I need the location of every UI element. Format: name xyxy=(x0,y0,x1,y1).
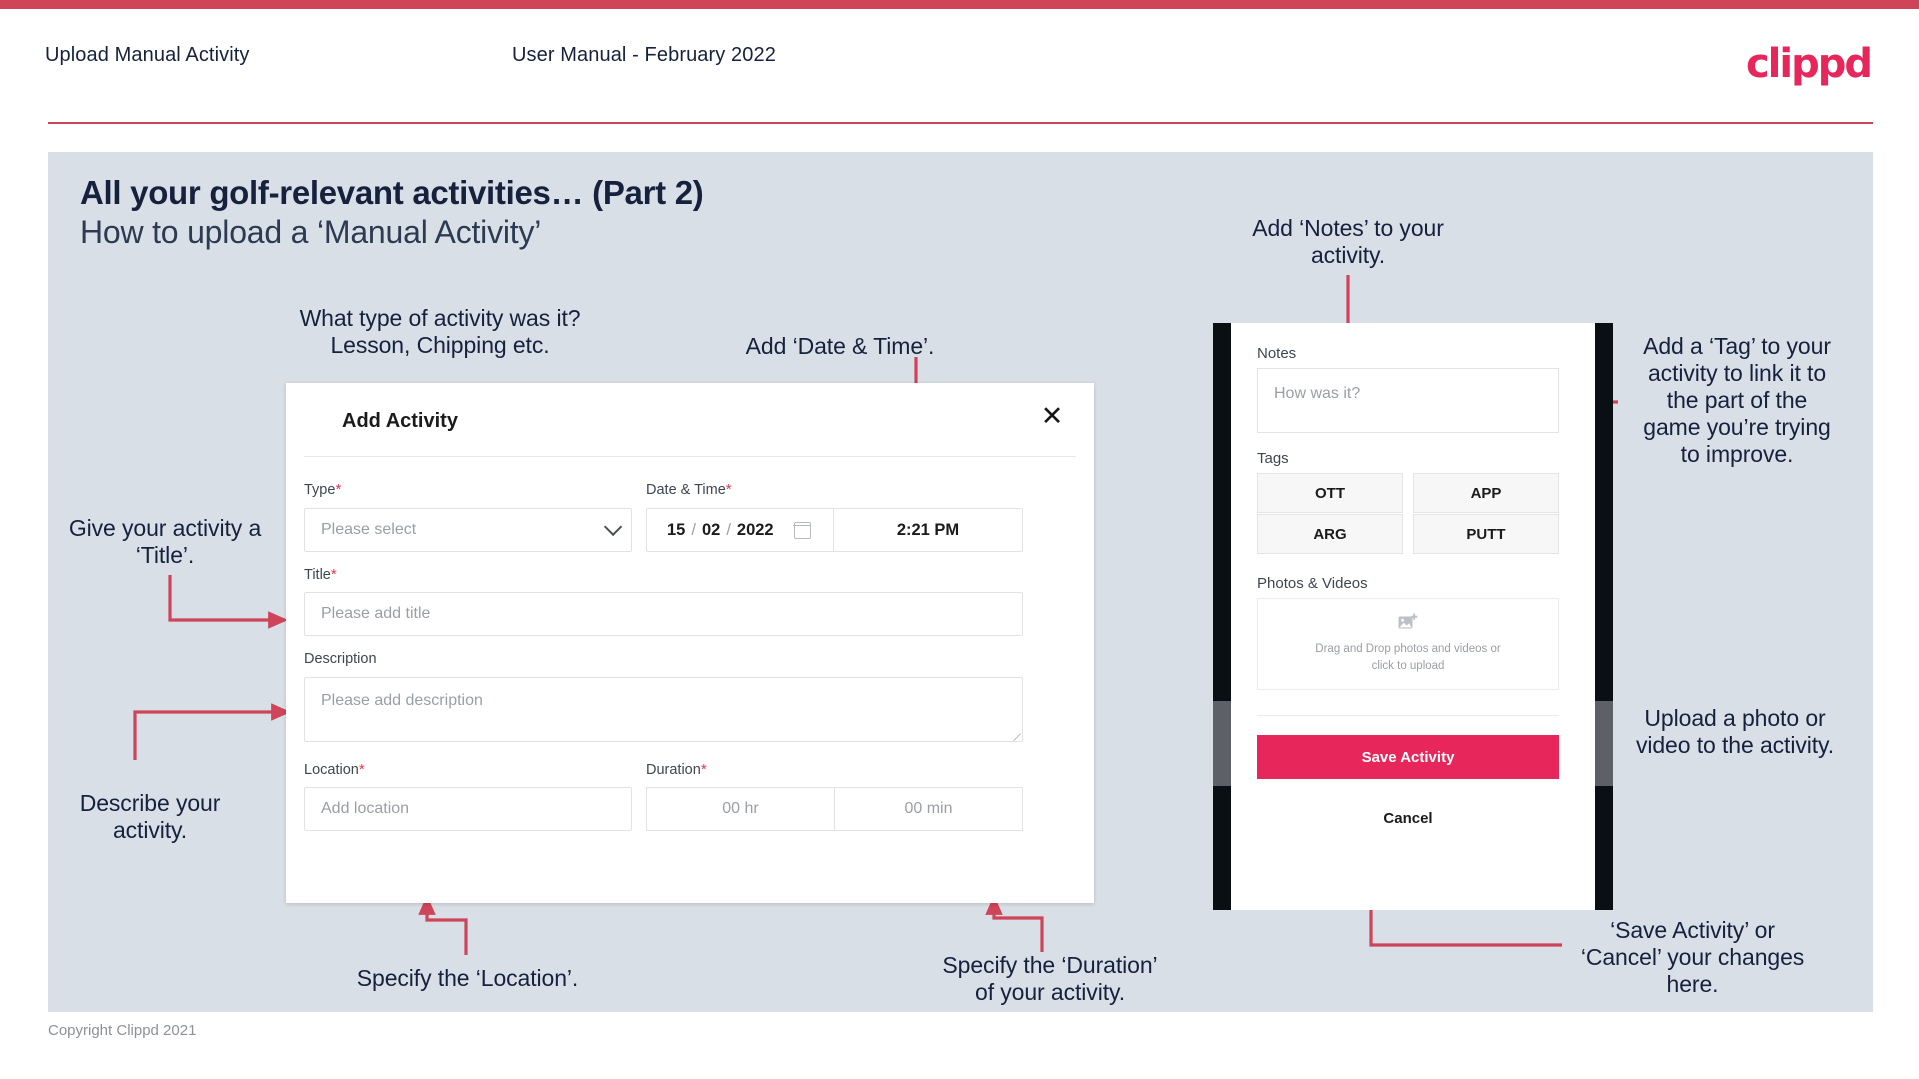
location-input[interactable]: Add location xyxy=(304,787,632,831)
photos-label: Photos & Videos xyxy=(1257,575,1368,592)
annotation-tags: Add a ‘Tag’ to your activity to link it … xyxy=(1643,333,1831,467)
required-asterisk: * xyxy=(700,761,707,778)
title-input[interactable]: Please add title xyxy=(304,592,1023,636)
clippd-logo: clippd xyxy=(1745,41,1873,87)
photo-dropzone[interactable]: Drag and Drop photos and videos or click… xyxy=(1257,598,1559,690)
type-label: Type* xyxy=(304,481,341,498)
header-left-title: Upload Manual Activity xyxy=(45,44,250,66)
annotation-duration: Specify the ‘Duration’ of your activity. xyxy=(942,952,1158,1005)
calendar-icon[interactable] xyxy=(793,521,812,539)
image-add-icon xyxy=(1398,613,1417,629)
location-label-text: Location xyxy=(304,762,359,778)
tag-putt[interactable]: PUTT xyxy=(1413,514,1559,554)
title-label-text: Title xyxy=(304,567,331,583)
date-sep-2: / xyxy=(726,520,731,539)
date-month: 02 xyxy=(701,520,721,539)
duration-hours-input[interactable]: 00 hr xyxy=(646,787,835,831)
time-input[interactable]: 2:21 PM xyxy=(834,508,1023,552)
duration-minutes-input[interactable]: 00 min xyxy=(834,787,1023,831)
phone-divider xyxy=(1257,715,1559,716)
required-asterisk: * xyxy=(725,481,732,498)
phone-mockup: Notes How was it? Tags OTT APP ARG PUTT … xyxy=(1213,323,1613,910)
chevron-down-icon xyxy=(603,517,623,537)
power-button xyxy=(1595,701,1613,786)
duration-label-text: Duration xyxy=(646,762,701,778)
required-asterisk: * xyxy=(358,761,365,778)
footer-copyright: Copyright Clippd 2021 xyxy=(48,1022,197,1039)
tag-ott[interactable]: OTT xyxy=(1257,473,1403,513)
title-label: Title* xyxy=(304,566,337,583)
volume-button xyxy=(1213,701,1231,786)
duration-label: Duration* xyxy=(646,761,707,778)
annotation-type: What type of activity was it? Lesson, Ch… xyxy=(299,305,581,358)
annotation-notes: Add ‘Notes’ to your activity. xyxy=(1252,215,1444,268)
required-asterisk: * xyxy=(335,481,342,498)
date-year: 2022 xyxy=(736,520,774,539)
tag-arg[interactable]: ARG xyxy=(1257,514,1403,554)
notes-textarea[interactable]: How was it? xyxy=(1257,368,1559,433)
date-input[interactable]: 15 / 02 / 2022 xyxy=(646,508,834,552)
notes-label: Notes xyxy=(1257,345,1297,362)
annotation-title: Give your activity a ‘Title’. xyxy=(68,515,262,568)
datetime-label: Date & Time* xyxy=(646,481,732,498)
location-label: Location* xyxy=(304,761,365,778)
required-asterisk: * xyxy=(330,566,337,583)
dialog-header-divider xyxy=(304,456,1076,457)
tags-label: Tags xyxy=(1257,450,1289,467)
type-select[interactable]: Please select xyxy=(304,508,632,552)
annotation-description: Describe your activity. xyxy=(79,790,221,843)
header-divider xyxy=(48,122,1873,124)
dialog-title: Add Activity xyxy=(342,410,458,432)
date-sep-1: / xyxy=(691,520,696,539)
description-placeholder: Please add description xyxy=(321,692,483,709)
page-title: All your golf-relevant activities… (Part… xyxy=(80,174,704,211)
annotation-datetime: Add ‘Date & Time’. xyxy=(745,333,935,359)
save-activity-button[interactable]: Save Activity xyxy=(1257,735,1559,779)
description-textarea[interactable]: Please add description xyxy=(304,677,1023,742)
phone-bezel-right xyxy=(1595,323,1613,910)
header-center-title: User Manual - February 2022 xyxy=(512,44,776,66)
description-label: Description xyxy=(304,651,377,667)
type-label-text: Type xyxy=(304,482,336,498)
cancel-button[interactable]: Cancel xyxy=(1257,810,1559,827)
page-subtitle: How to upload a ‘Manual Activity’ xyxy=(80,214,542,250)
annotation-location: Specify the ‘Location’. xyxy=(356,965,579,991)
phone-bezel-left xyxy=(1213,323,1231,910)
resize-grip-icon[interactable] xyxy=(1006,726,1022,742)
type-placeholder: Please select xyxy=(321,521,417,538)
annotation-photos: Upload a photo or video to the activity. xyxy=(1635,705,1835,758)
tag-app[interactable]: APP xyxy=(1413,473,1559,513)
datetime-label-text: Date & Time xyxy=(646,482,726,498)
notes-placeholder: How was it? xyxy=(1274,385,1361,402)
phone-screen: Notes How was it? Tags OTT APP ARG PUTT … xyxy=(1231,323,1595,910)
slide-page: Upload Manual Activity User Manual - Feb… xyxy=(0,0,1919,1079)
add-activity-dialog: Add Activity ✕ Type* Please select Date … xyxy=(286,383,1094,903)
date-day: 15 xyxy=(667,520,686,539)
annotation-save-cancel: ‘Save Activity’ or ‘Cancel’ your changes… xyxy=(1580,917,1805,997)
top-accent-bar xyxy=(0,0,1919,9)
dropzone-text: Drag and Drop photos and videos or click… xyxy=(1315,643,1501,672)
close-icon[interactable]: ✕ xyxy=(1037,401,1067,431)
